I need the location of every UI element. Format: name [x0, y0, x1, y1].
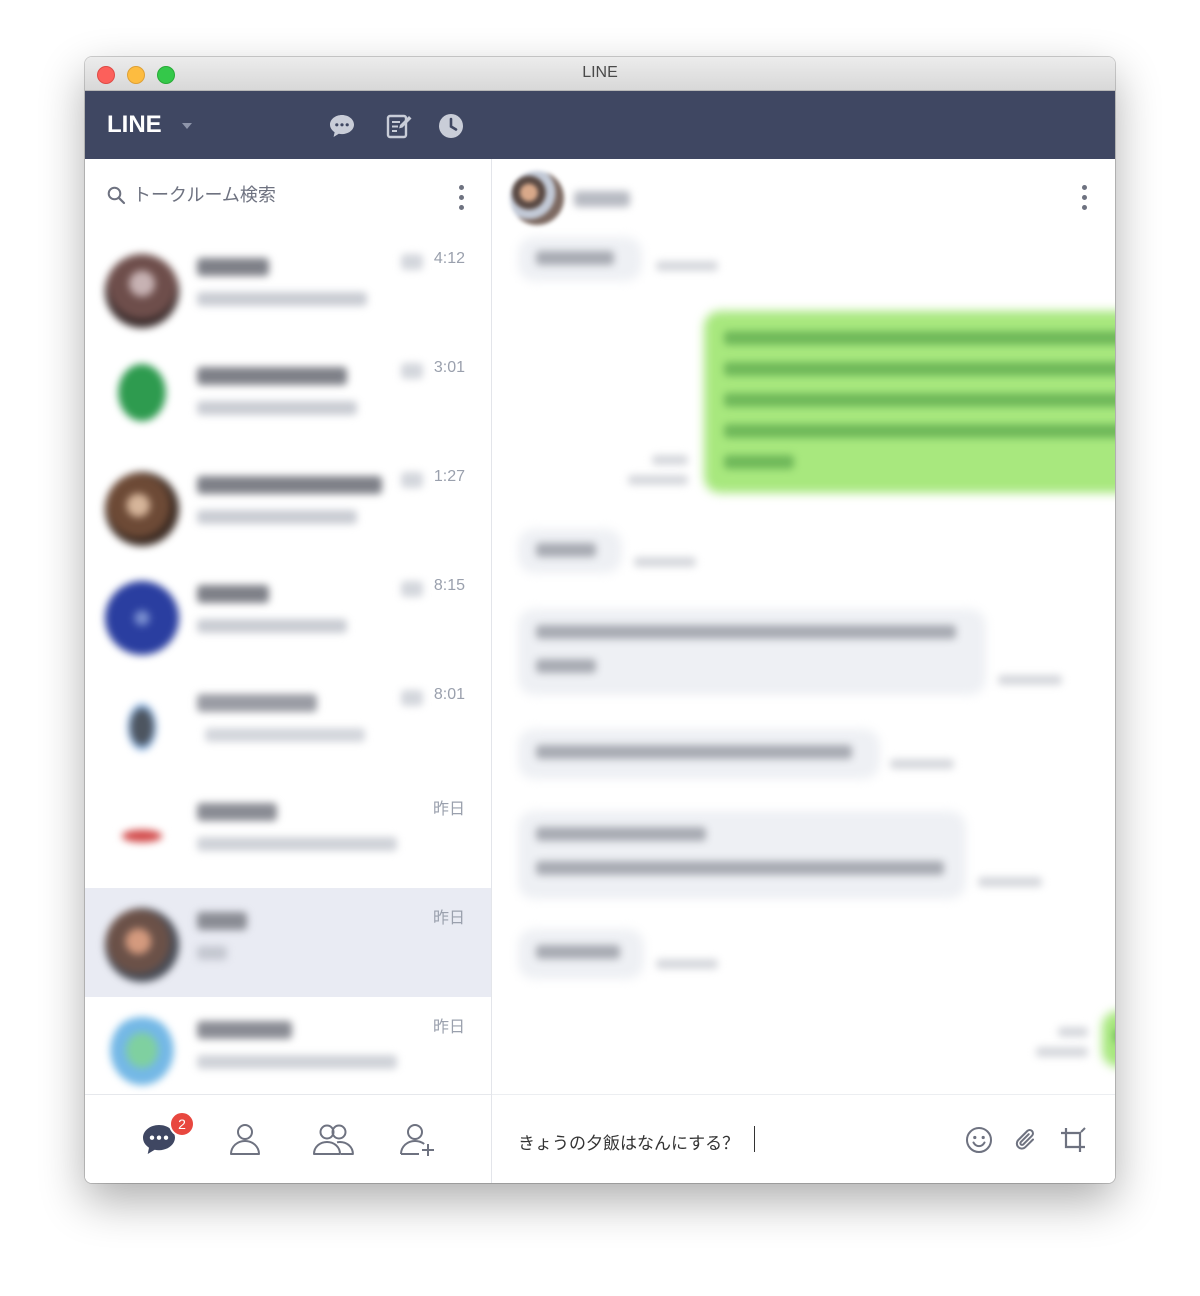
avatar — [105, 254, 179, 328]
avatar — [105, 908, 179, 982]
avatar — [105, 363, 179, 437]
emoji-icon[interactable] — [964, 1125, 994, 1155]
chat-time: 昨日 — [432, 1019, 465, 1036]
clock-icon[interactable] — [437, 112, 465, 140]
sidebar-tab-bar: 2 — [85, 1094, 491, 1183]
chat-room-header — [492, 159, 1115, 234]
add-friend-icon[interactable] — [397, 1119, 441, 1159]
chat-list-item[interactable]: 1:27 — [85, 452, 491, 561]
chat-list-item-selected[interactable]: 昨日 — [85, 888, 491, 997]
groups-icon[interactable] — [311, 1119, 355, 1159]
chat-room — [492, 159, 1115, 1183]
chat-time: 1:27 — [433, 468, 465, 485]
message-input[interactable] — [518, 1128, 918, 1154]
avatar — [105, 799, 179, 873]
chat-room-avatar[interactable] — [510, 171, 564, 225]
chat-list-item[interactable]: 8:15 — [85, 561, 491, 670]
incoming-message — [518, 609, 986, 695]
message-composer — [492, 1094, 1115, 1183]
avatar — [105, 472, 179, 546]
chat-time: 昨日 — [432, 910, 465, 927]
note-icon[interactable] — [385, 112, 413, 140]
line-logo: LINE — [107, 111, 162, 138]
window-title: LINE — [582, 64, 618, 81]
text-cursor — [754, 1126, 755, 1152]
chat-list-item[interactable]: 昨日 — [85, 779, 491, 888]
chat-menu-icon[interactable] — [1082, 185, 1088, 210]
chat-list-item[interactable]: 昨日 — [85, 997, 491, 1106]
avatar — [105, 690, 179, 764]
chat-list-item[interactable]: 4:12 — [85, 234, 491, 343]
avatar — [105, 581, 179, 655]
chat-list-item[interactable]: 3:01 — [85, 343, 491, 452]
chat-time: 4:12 — [433, 250, 465, 267]
friend-icon[interactable] — [225, 1119, 265, 1159]
incoming-message — [518, 811, 966, 899]
crop-icon[interactable] — [1058, 1125, 1088, 1155]
app-header: LINE — [85, 91, 1115, 159]
chat-bubble-icon[interactable] — [328, 112, 356, 140]
unread-badge: 2 — [169, 1111, 195, 1137]
search-input[interactable] — [133, 183, 393, 207]
chat-time: 昨日 — [432, 801, 465, 818]
avatar — [105, 1017, 179, 1091]
title-bar[interactable]: LINE — [85, 57, 1115, 91]
search-bar — [85, 159, 491, 229]
account-dropdown-chevron-icon[interactable] — [182, 123, 192, 129]
line-window: LINE LINE トークルーム検索 4:12 3:01 1:27 8:15 8… — [85, 57, 1115, 1183]
sidebar-menu-icon[interactable] — [459, 185, 465, 210]
chat-time: 8:15 — [433, 577, 465, 594]
chat-time: 8:01 — [433, 686, 465, 703]
attach-icon[interactable] — [1012, 1125, 1042, 1155]
chat-list-item[interactable]: 8:01 — [85, 670, 491, 779]
search-icon — [107, 186, 126, 205]
chat-list-sidebar: 4:12 3:01 1:27 8:15 — [85, 159, 492, 1183]
chat-time: 3:01 — [433, 359, 465, 376]
